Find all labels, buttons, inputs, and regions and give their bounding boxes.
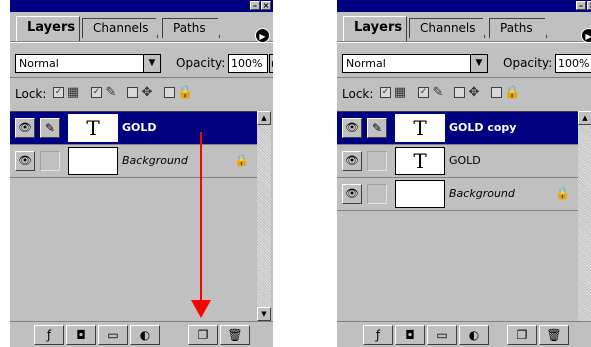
tab-row: Layers Channels Paths ▶ xyxy=(10,12,273,43)
layer-row-gold[interactable]: 👁 T GOLD xyxy=(337,145,578,178)
chevron-down-icon[interactable]: ▼ xyxy=(470,55,487,72)
link-slot[interactable] xyxy=(367,184,387,204)
tab-paths[interactable]: Paths xyxy=(162,18,228,38)
eye-icon[interactable]: 👁 xyxy=(15,151,35,171)
layer-row-background[interactable]: 👁 Background 🔒 xyxy=(10,145,257,178)
lock-position-checkbox[interactable] xyxy=(454,87,465,98)
palette-menu-icon[interactable]: ▶ xyxy=(581,28,591,43)
blend-mode-select[interactable]: Normal ▼ xyxy=(15,54,161,73)
blend-controls: Normal ▼ Opacity: 100% ▶ xyxy=(10,42,273,77)
scroll-up-icon[interactable]: ▲ xyxy=(578,111,591,125)
folder-icon[interactable]: ▭ xyxy=(98,325,128,345)
opacity-field[interactable]: 100% xyxy=(228,54,268,73)
layer-thumbnail: T xyxy=(395,147,445,175)
tab-layers[interactable]: Layers xyxy=(16,16,80,41)
minimize-icon[interactable]: – xyxy=(576,1,586,10)
layer-row-gold-copy[interactable]: 👁 ✎ T GOLD copy xyxy=(337,112,578,145)
trash-icon[interactable]: 🗑 xyxy=(539,325,569,345)
eye-icon[interactable]: 👁 xyxy=(342,184,362,204)
trash-icon[interactable]: 🗑 xyxy=(220,325,250,345)
palette-titlebar: – × xyxy=(10,0,273,12)
brush-icon[interactable]: ✎ xyxy=(367,118,387,138)
opacity-label: Opacity: xyxy=(176,56,226,70)
move-icon: ✥ xyxy=(468,85,480,100)
layer-name: GOLD copy xyxy=(449,121,517,134)
new-layer-icon[interactable]: ❐ xyxy=(188,325,218,345)
tab-channels[interactable]: Channels xyxy=(409,18,493,38)
eye-icon[interactable]: 👁 xyxy=(342,151,362,171)
scroll-down-icon[interactable]: ▼ xyxy=(257,307,271,321)
minimize-icon[interactable]: – xyxy=(250,1,260,10)
palette-menu-icon[interactable]: ▶ xyxy=(255,28,270,43)
layer-style-icon[interactable]: ƒ xyxy=(34,325,64,345)
adjustment-layer-icon[interactable]: ◐ xyxy=(130,325,160,345)
mask-icon[interactable]: ◘ xyxy=(395,325,425,345)
move-icon: ✥ xyxy=(141,85,153,100)
palette-button-bar: ƒ ◘ ▭ ◐ ❐ 🗑 xyxy=(10,321,273,347)
lock-all-checkbox[interactable] xyxy=(491,87,502,98)
brush-icon: ✎ xyxy=(105,85,117,100)
opacity-label: Opacity: xyxy=(503,56,553,70)
lock-transparency-checkbox[interactable]: ✓ xyxy=(380,87,391,98)
layer-style-icon[interactable]: ƒ xyxy=(363,325,393,345)
link-slot[interactable] xyxy=(367,151,387,171)
scrollbar[interactable]: ▲ xyxy=(578,111,591,321)
lock-icon: 🔒 xyxy=(177,85,194,100)
layer-thumbnail: T xyxy=(395,114,445,142)
lock-icon: 🔒 xyxy=(555,186,570,200)
lock-icon: 🔒 xyxy=(234,153,249,167)
lock-position-checkbox[interactable] xyxy=(127,87,138,98)
layer-list: 👁 ✎ T GOLD copy 👁 T GOLD 👁 Background 🔒 xyxy=(337,111,578,322)
close-icon[interactable]: × xyxy=(587,1,591,10)
lock-transparency-checkbox[interactable]: ✓ xyxy=(53,87,64,98)
lock-image-checkbox[interactable]: ✓ xyxy=(418,87,429,98)
new-layer-icon[interactable]: ❐ xyxy=(507,325,537,345)
layer-row-gold[interactable]: 👁 ✎ T GOLD xyxy=(10,112,257,145)
layer-name: Background xyxy=(122,154,188,167)
tab-channels[interactable]: Channels xyxy=(82,18,166,38)
eye-icon[interactable]: 👁 xyxy=(15,118,35,138)
transparency-icon: ▦ xyxy=(393,85,407,100)
blend-mode-select[interactable]: Normal ▼ xyxy=(342,54,488,73)
chevron-down-icon[interactable]: ▼ xyxy=(143,55,160,72)
tab-paths[interactable]: Paths xyxy=(489,18,555,38)
blend-mode-value: Normal xyxy=(19,57,59,70)
palette-button-bar: ƒ ◘ ▭ ◐ ❐ 🗑 xyxy=(337,321,591,347)
link-slot[interactable] xyxy=(40,151,60,171)
lock-label: Lock: xyxy=(342,87,374,101)
opacity-field[interactable]: 100% xyxy=(555,54,591,73)
layer-name: Background xyxy=(449,187,515,200)
brush-icon: ✎ xyxy=(432,85,444,100)
lock-image-checkbox[interactable]: ✓ xyxy=(91,87,102,98)
mask-icon[interactable]: ◘ xyxy=(66,325,96,345)
layer-name: GOLD xyxy=(449,154,481,167)
eye-icon[interactable]: 👁 xyxy=(342,118,362,138)
layers-palette-before: – × Layers Channels Paths ▶ Normal ▼ Opa… xyxy=(10,0,273,347)
folder-icon[interactable]: ▭ xyxy=(427,325,457,345)
palette-titlebar: – × xyxy=(337,0,591,12)
opacity-slider-icon[interactable]: ▶ xyxy=(269,54,273,73)
layer-thumbnail xyxy=(68,147,118,175)
lock-row: Lock: ✓ ▦ ✓ ✎ ✥ 🔒 xyxy=(10,77,273,111)
layer-thumbnail xyxy=(395,180,445,208)
adjustment-layer-icon[interactable]: ◐ xyxy=(459,325,489,345)
lock-icon: 🔒 xyxy=(504,85,521,100)
layer-row-background[interactable]: 👁 Background 🔒 xyxy=(337,178,578,211)
brush-icon[interactable]: ✎ xyxy=(40,118,60,138)
lock-all-checkbox[interactable] xyxy=(164,87,175,98)
layer-list: 👁 ✎ T GOLD 👁 Background 🔒 xyxy=(10,111,257,322)
blend-mode-value: Normal xyxy=(346,57,386,70)
lock-label: Lock: xyxy=(15,87,47,101)
blend-controls: Normal ▼ Opacity: 100% ▶ xyxy=(337,42,591,77)
tab-layers[interactable]: Layers xyxy=(343,16,407,41)
layer-thumbnail: T xyxy=(68,114,118,142)
lock-row: Lock: ✓ ▦ ✓ ✎ ✥ 🔒 xyxy=(337,77,591,111)
tab-row: Layers Channels Paths ▶ xyxy=(337,12,591,43)
layers-palette-after: – × Layers Channels Paths ▶ Normal ▼ Opa… xyxy=(337,0,591,347)
scroll-up-icon[interactable]: ▲ xyxy=(257,111,271,125)
layer-name: GOLD xyxy=(122,121,157,134)
transparency-icon: ▦ xyxy=(66,85,80,100)
close-icon[interactable]: × xyxy=(261,1,271,10)
scrollbar[interactable]: ▲ ▼ xyxy=(257,111,271,321)
